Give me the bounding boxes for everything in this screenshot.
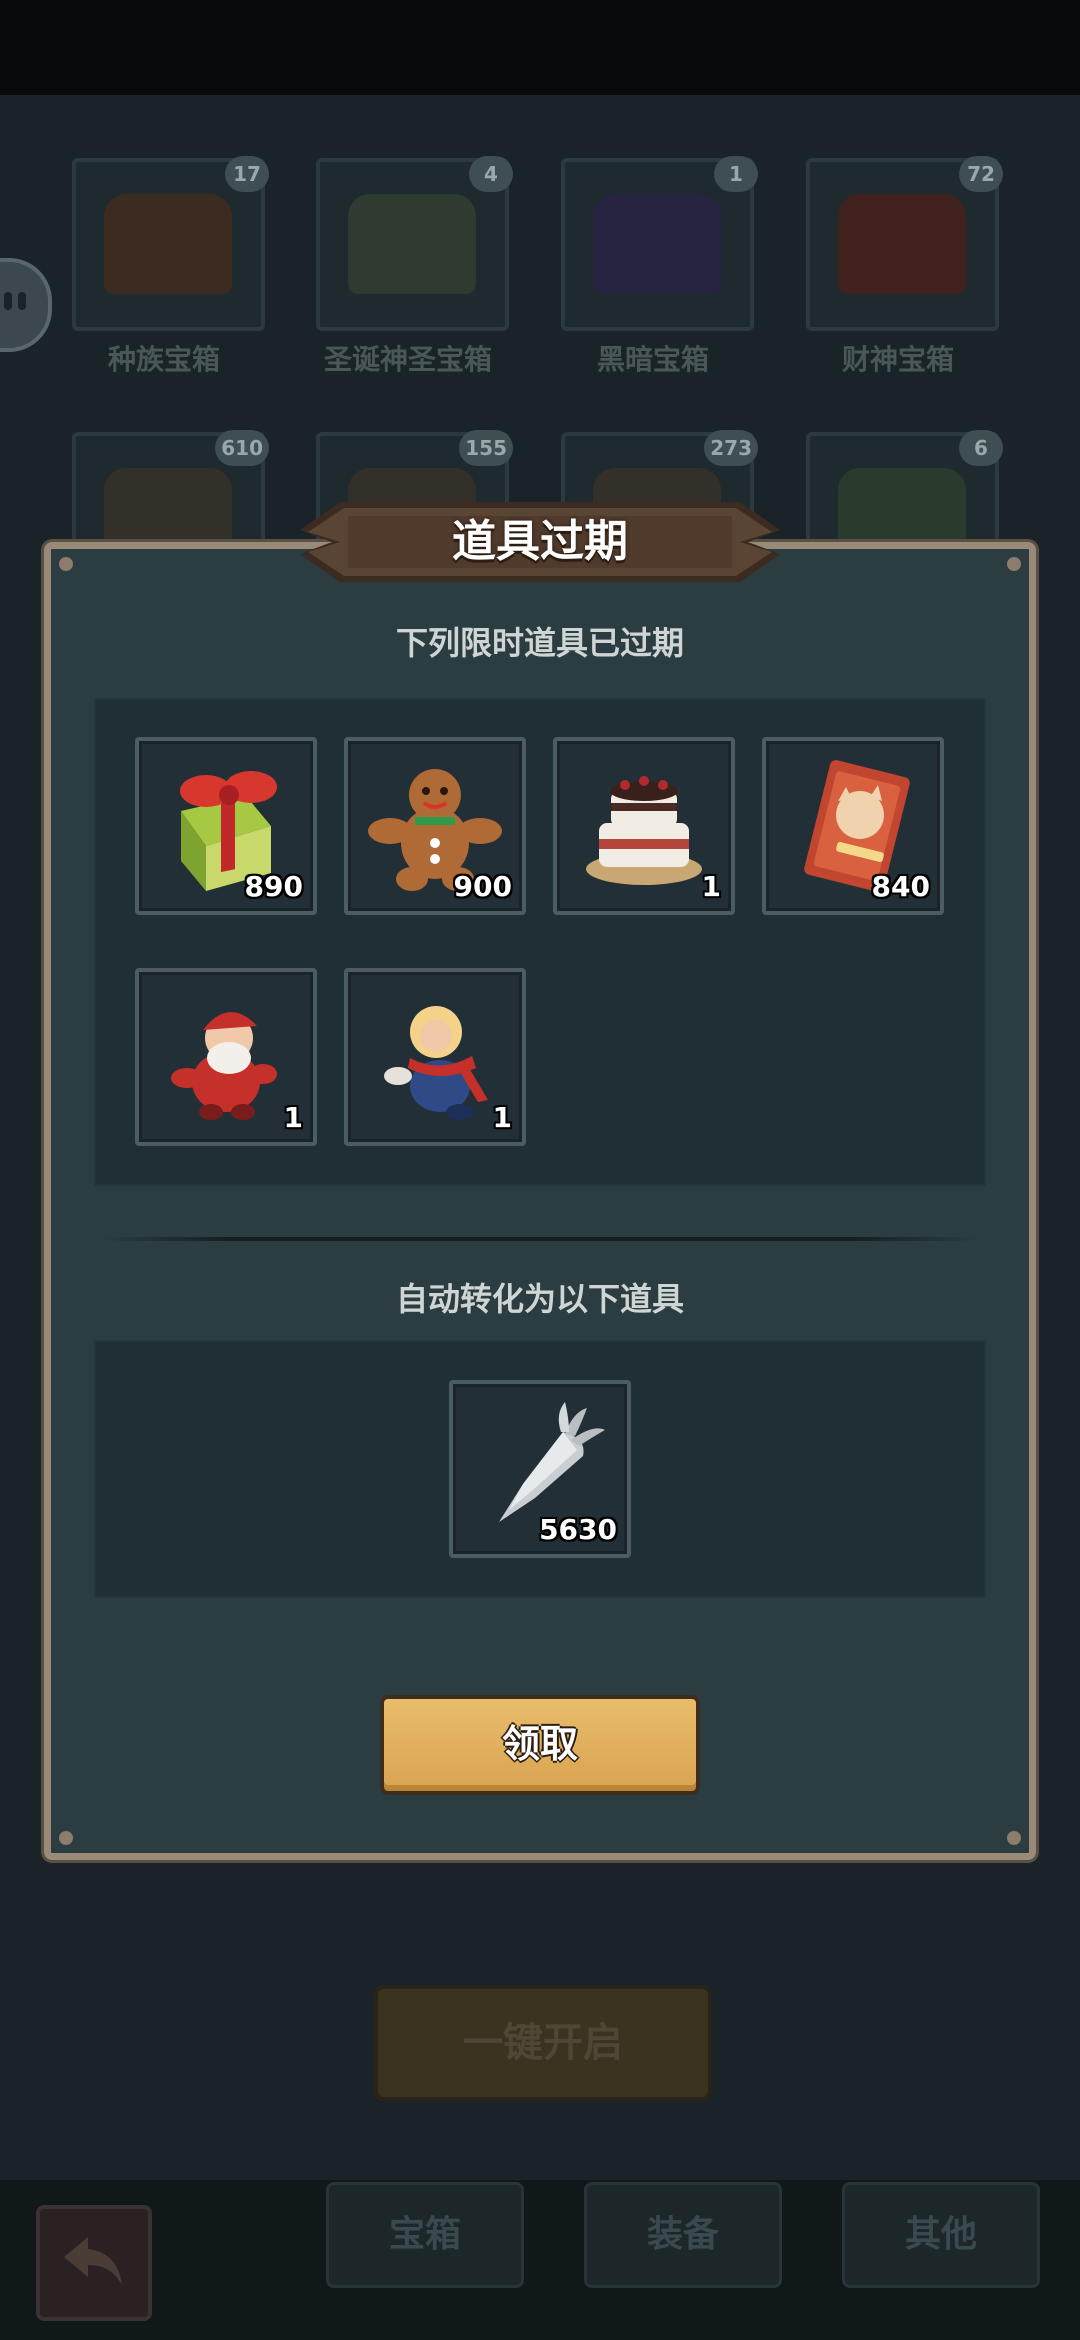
converted-item-silver-carrot[interactable]: 5630: [449, 1380, 631, 1558]
claim-button[interactable]: 领取: [380, 1695, 700, 1795]
expired-item-santa-doll[interactable]: 1: [135, 968, 317, 1146]
fortune-chest-icon: [838, 194, 966, 294]
chest-count-badge: 610: [215, 430, 269, 466]
chest-slot[interactable]: 17: [72, 156, 269, 331]
item-quantity: 1: [283, 1101, 303, 1134]
holy-christmas-chest-icon: [348, 194, 476, 294]
back-button[interactable]: [36, 2205, 152, 2321]
open-all-button[interactable]: 一键开启: [374, 1985, 712, 2101]
cake-icon: [586, 776, 702, 885]
chest-slot[interactable]: 72: [806, 156, 1003, 331]
tab-equipment[interactable]: 装备: [584, 2182, 782, 2288]
expired-item-winter-doll[interactable]: 1: [344, 968, 526, 1146]
back-arrow-icon: [64, 2237, 122, 2285]
dialog-title-banner: 道具过期: [300, 502, 780, 582]
chest-label: 种族宝箱: [107, 343, 220, 376]
expired-caption: 下列限时道具已过期: [395, 624, 684, 662]
expired-item-gingerbread[interactable]: 900: [344, 737, 526, 915]
chest-count-badge: 155: [459, 430, 513, 466]
dialog-rivet: [59, 1831, 73, 1845]
chest-count-badge: 6: [959, 430, 1003, 466]
item-quantity: 900: [453, 870, 512, 903]
section-divider: [100, 1237, 980, 1241]
item-quantity: 890: [244, 870, 303, 903]
santa-doll-icon: [171, 1011, 277, 1120]
item-quantity: 840: [871, 870, 930, 903]
item-quantity: 1: [492, 1101, 512, 1134]
item-quantity: 1: [701, 870, 721, 903]
item-quantity: 5630: [539, 1513, 617, 1546]
chest-count-badge: 4: [469, 156, 513, 192]
chest-count-badge: 1: [714, 156, 758, 192]
chest-count-badge: 273: [704, 430, 758, 466]
chest-slot[interactable]: 1: [561, 156, 758, 331]
chest-slot[interactable]: 4: [316, 156, 513, 331]
chest-count-badge: 17: [225, 156, 269, 192]
chest-label: 圣诞神圣宝箱: [323, 343, 492, 376]
chest-label: 财神宝箱: [841, 343, 954, 376]
expired-item-cake[interactable]: 1: [553, 737, 735, 915]
tab-chests[interactable]: 宝箱: [326, 2182, 524, 2288]
expired-item-new-year-card[interactable]: 840: [762, 737, 944, 915]
status-bar: [0, 0, 1080, 95]
chest-count-badge: 72: [959, 156, 1003, 192]
dark-chest-icon: [593, 194, 721, 294]
expired-item-gift-box[interactable]: 890: [135, 737, 317, 915]
converted-caption: 自动转化为以下道具: [395, 1280, 684, 1318]
dialog-rivet: [1007, 1831, 1021, 1845]
tab-other[interactable]: 其他: [842, 2182, 1040, 2288]
dialog-title: 道具过期: [452, 516, 628, 567]
winter-doll-icon: [384, 1006, 488, 1120]
chest-label: 黑暗宝箱: [596, 343, 709, 376]
race-chest-icon: [104, 194, 232, 294]
dialog-rivet: [59, 557, 73, 571]
dialog-rivet: [1007, 557, 1021, 571]
